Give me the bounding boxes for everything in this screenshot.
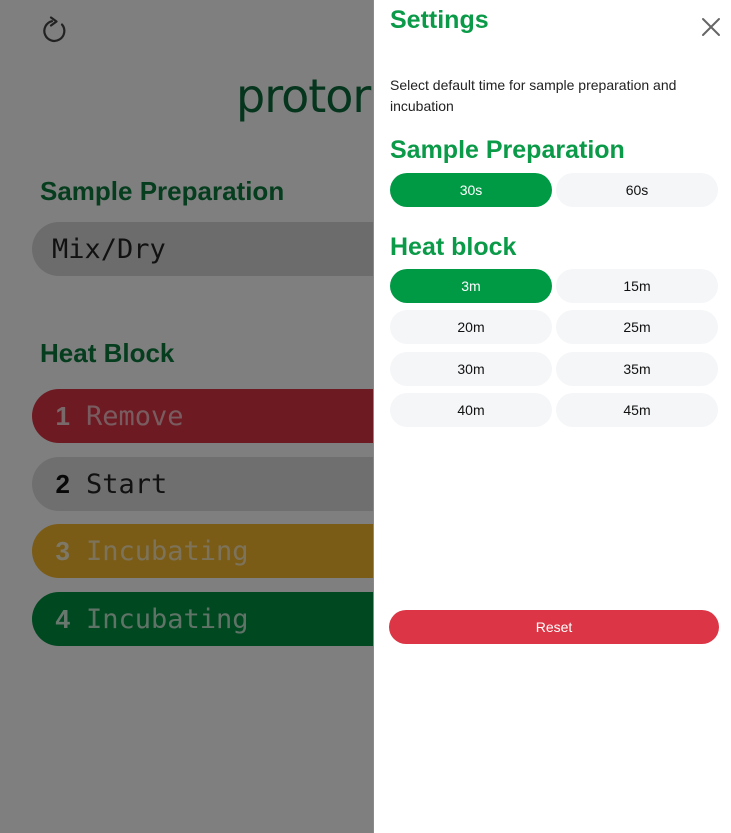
- heat-block-option-40m[interactable]: 40m: [390, 393, 552, 427]
- close-icon[interactable]: [700, 16, 722, 38]
- heat-block-option-3m[interactable]: 3m: [390, 269, 552, 303]
- heat-block-option-20m[interactable]: 20m: [390, 310, 552, 344]
- sample-prep-option-60s[interactable]: 60s: [556, 173, 718, 207]
- reset-button[interactable]: Reset: [389, 610, 719, 644]
- settings-title: Settings: [390, 6, 489, 34]
- heat-block-option-25m[interactable]: 25m: [556, 310, 718, 344]
- heat-block-option-30m[interactable]: 30m: [390, 352, 552, 386]
- settings-panel: Settings Select default time for sample …: [373, 0, 731, 833]
- sample-preparation-title: Sample Preparation: [390, 136, 625, 164]
- heat-block-option-45m[interactable]: 45m: [556, 393, 718, 427]
- heat-block-option-35m[interactable]: 35m: [556, 352, 718, 386]
- heat-block-option-15m[interactable]: 15m: [556, 269, 718, 303]
- sample-prep-option-30s[interactable]: 30s: [390, 173, 552, 207]
- settings-description: Select default time for sample preparati…: [390, 77, 677, 114]
- heat-block-title: Heat block: [390, 233, 517, 261]
